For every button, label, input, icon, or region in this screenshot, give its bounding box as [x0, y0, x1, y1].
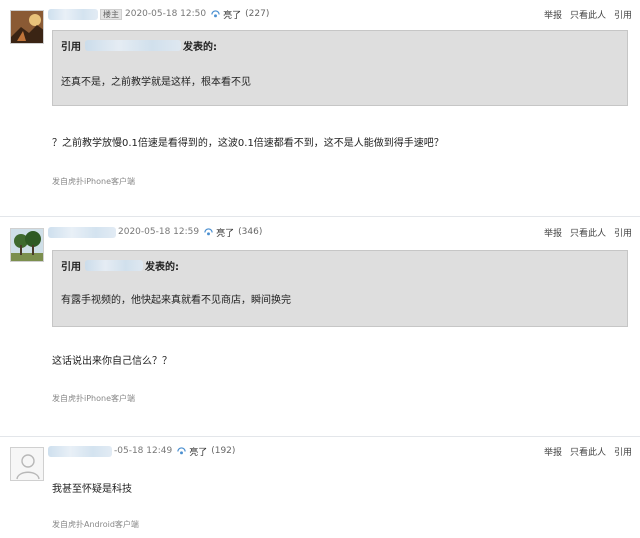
post-2: 2020-05-18 12:59 亮了 (346) 举报 只看此人 引用 引用 …	[0, 218, 640, 434]
report-button[interactable]: 举报	[544, 8, 562, 21]
post-divider	[0, 436, 640, 437]
avatar-image	[11, 229, 43, 261]
light-icon[interactable]	[204, 227, 213, 237]
quote-button[interactable]: 引用	[614, 226, 632, 239]
quote-text: 有露手视频的，他快起来真就看不见商店，瞬间换完	[61, 295, 291, 306]
post-time: -05-18 12:49	[114, 446, 173, 456]
post-content: ？之前教学放慢0.1倍速是看得到的，这波0.1倍速都看不到，这不是人能做到得手速…	[52, 138, 444, 149]
quote-button[interactable]: 引用	[614, 445, 632, 458]
quote-header: 引用 发表的:	[61, 258, 179, 273]
post-actions: 举报 只看此人 引用	[544, 225, 632, 239]
avatar[interactable]	[10, 447, 44, 481]
op-badge: 楼主	[100, 8, 122, 20]
post-meta: 2020-05-18 12:59 亮了 (346)	[48, 225, 262, 239]
quote-prefix: 引用	[61, 42, 81, 53]
only-this-user-button[interactable]: 只看此人	[570, 445, 606, 458]
post-1: 楼主 2020-05-18 12:50 亮了 (227) 举报 只看此人 引用 …	[0, 0, 640, 214]
post-source[interactable]: 发自虎扑iPhone客户端	[52, 393, 135, 404]
username-blurred[interactable]	[48, 226, 116, 238]
post-time: 2020-05-18 12:59	[118, 227, 200, 237]
light-button[interactable]: 亮了	[223, 8, 241, 21]
post-source[interactable]: 发自虎扑Android客户端	[52, 519, 139, 530]
quote-button[interactable]: 引用	[614, 8, 632, 21]
light-count: (346)	[238, 227, 263, 237]
post-divider	[0, 216, 640, 217]
post-actions: 举报 只看此人 引用	[544, 444, 632, 458]
report-button[interactable]: 举报	[544, 445, 562, 458]
quote-suffix: 发表的:	[145, 262, 179, 273]
avatar[interactable]	[10, 228, 44, 262]
quote-box: 引用 发表的: 还真不是，之前教学就是这样，根本看不见	[52, 30, 628, 106]
quote-box: 引用 发表的: 有露手视频的，他快起来真就看不见商店，瞬间换完	[52, 250, 628, 327]
light-count: (192)	[211, 446, 236, 456]
post-content: 这话说出来你自己信么？？	[52, 356, 172, 367]
report-button[interactable]: 举报	[544, 226, 562, 239]
only-this-user-button[interactable]: 只看此人	[570, 8, 606, 21]
quoted-username-blurred[interactable]	[85, 40, 181, 51]
post-3: -05-18 12:49 亮了 (192) 举报 只看此人 引用 我甚至怀疑是科…	[0, 438, 640, 538]
light-icon[interactable]	[177, 446, 186, 456]
light-count: (227)	[245, 9, 270, 19]
default-avatar-icon	[11, 448, 43, 480]
post-actions: 举报 只看此人 引用	[544, 7, 632, 21]
post-source[interactable]: 发自虎扑iPhone客户端	[52, 176, 135, 187]
post-meta: 楼主 2020-05-18 12:50 亮了 (227)	[48, 7, 269, 21]
light-button[interactable]: 亮了	[189, 445, 207, 458]
username-blurred[interactable]	[48, 8, 98, 20]
quote-header: 引用 发表的:	[61, 38, 217, 53]
quoted-username-blurred[interactable]	[85, 260, 143, 271]
avatar-image	[11, 11, 43, 43]
light-button[interactable]: 亮了	[216, 226, 234, 239]
username-blurred[interactable]	[48, 445, 112, 457]
light-icon[interactable]	[211, 9, 220, 19]
avatar[interactable]	[10, 10, 44, 44]
only-this-user-button[interactable]: 只看此人	[570, 226, 606, 239]
quote-suffix: 发表的:	[183, 42, 217, 53]
post-content: 我甚至怀疑是科技	[52, 484, 132, 495]
quote-prefix: 引用	[61, 262, 81, 273]
quote-text: 还真不是，之前教学就是这样，根本看不见	[61, 77, 251, 88]
post-time: 2020-05-18 12:50	[125, 9, 207, 19]
post-meta: -05-18 12:49 亮了 (192)	[48, 444, 235, 458]
